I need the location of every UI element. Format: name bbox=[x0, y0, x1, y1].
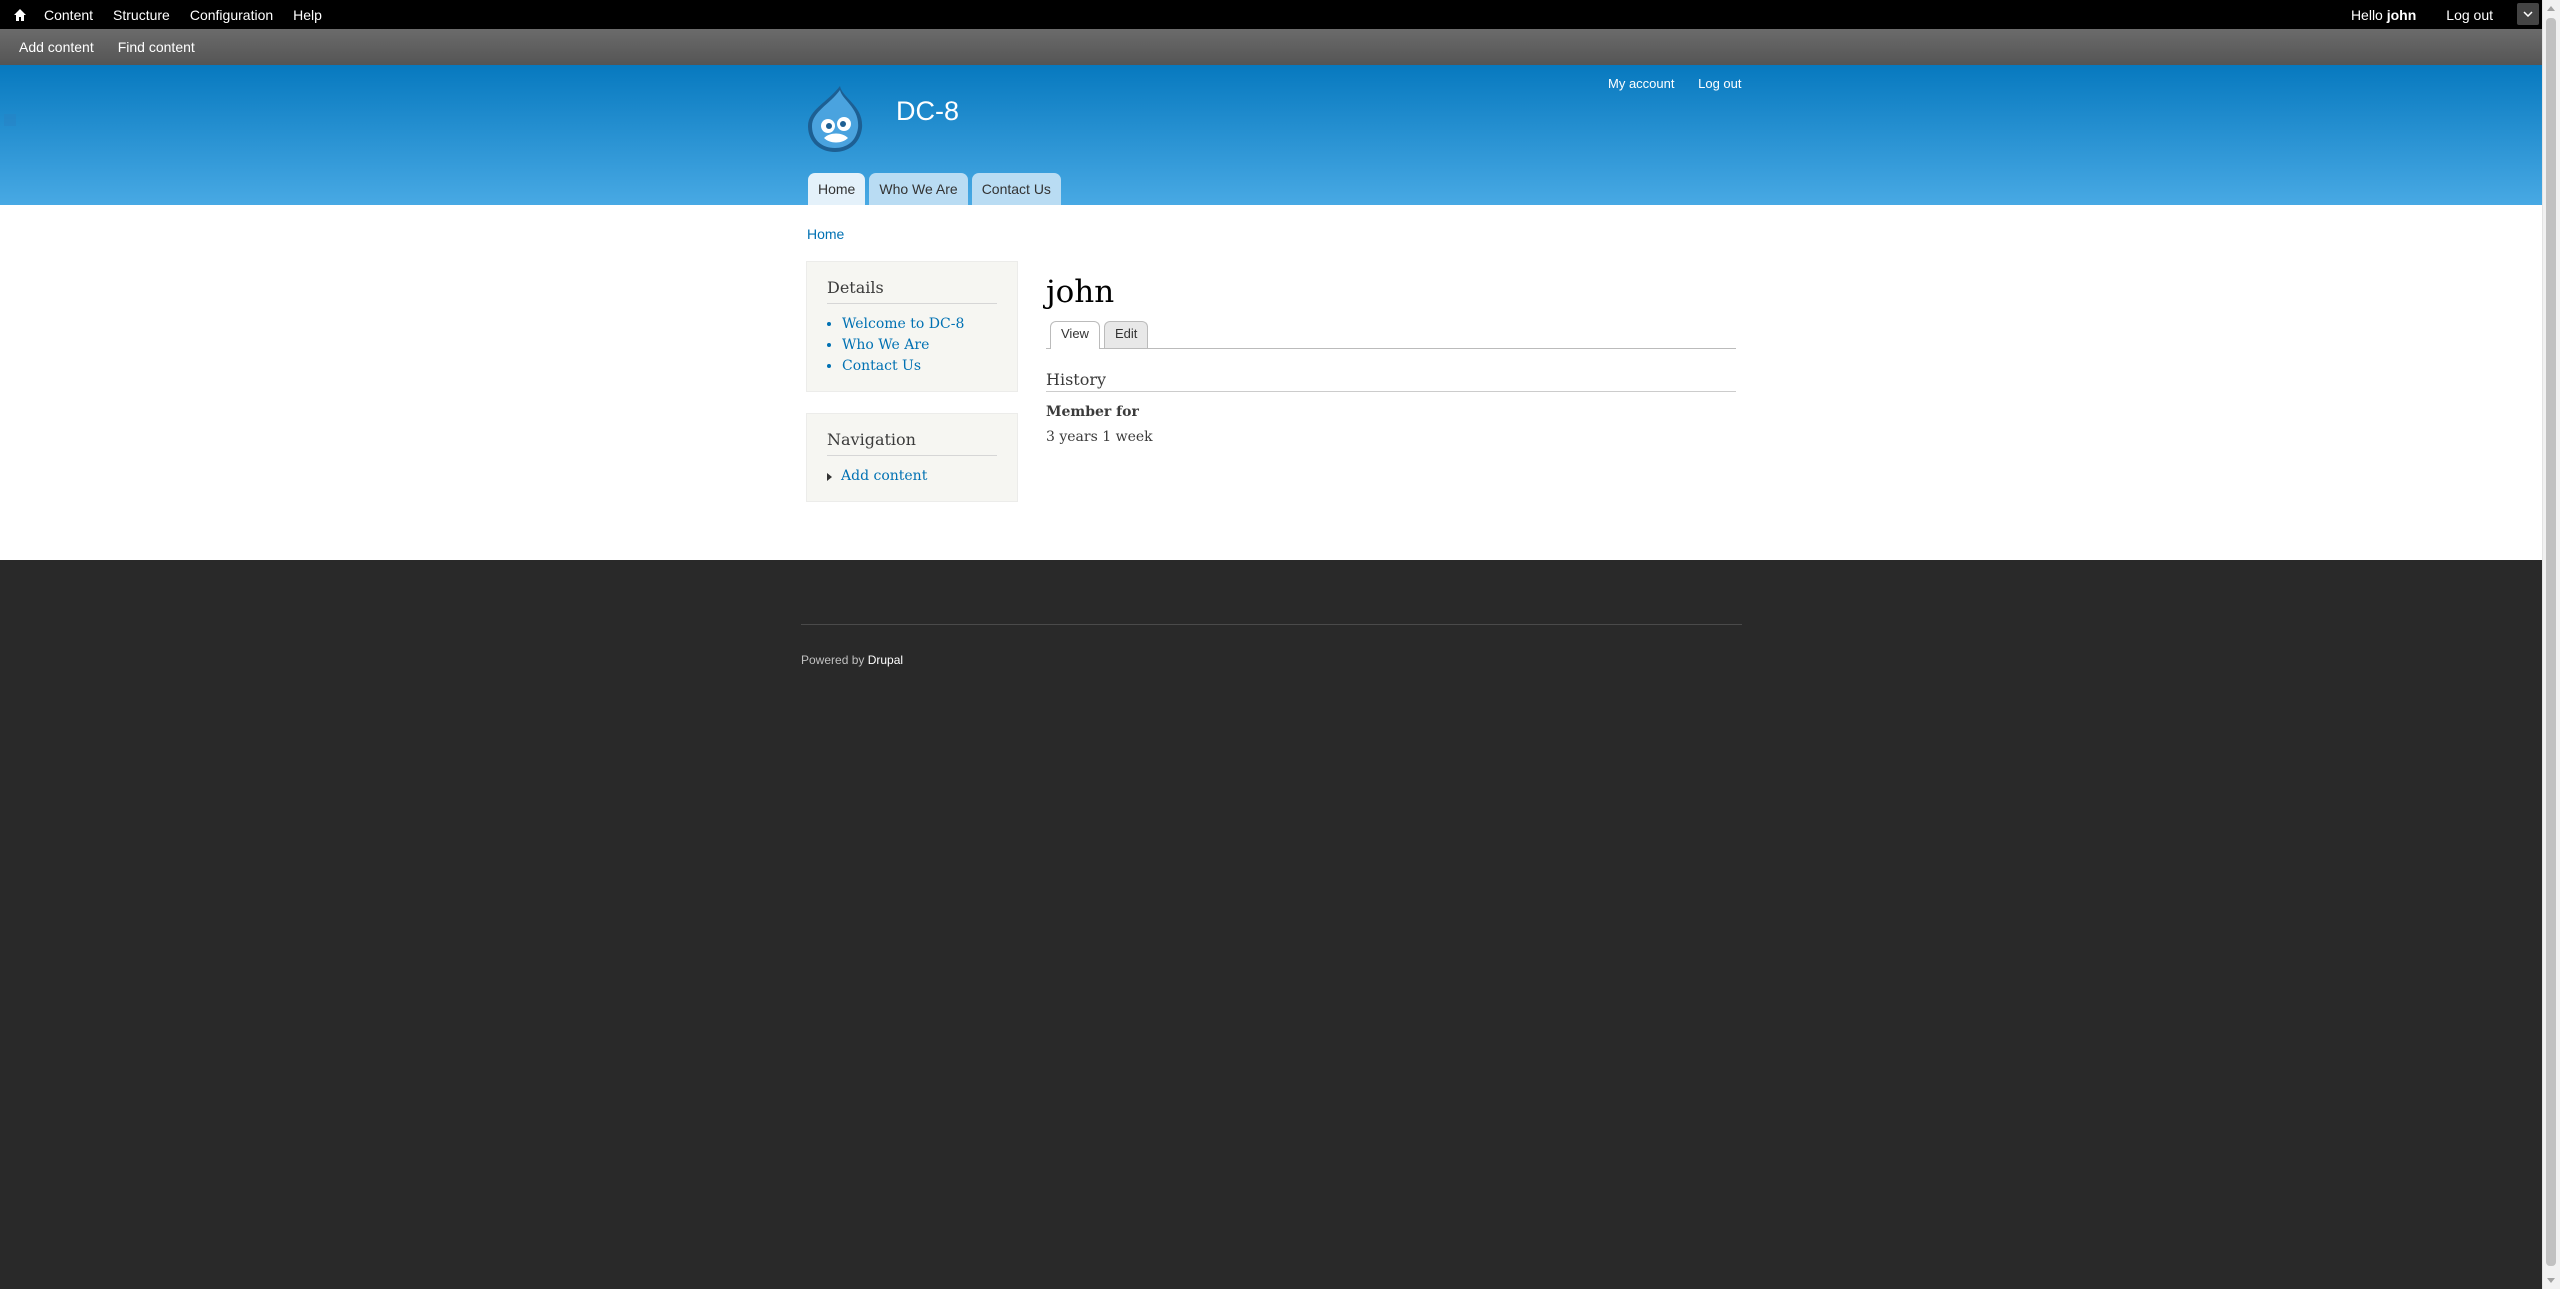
navigation-block: Navigation Add content bbox=[806, 413, 1018, 502]
shortcuts-bar: Add content Find content bbox=[0, 29, 2543, 65]
page-scrollbar[interactable] bbox=[2542, 0, 2560, 1289]
toolbar-menu: Content Structure Configuration Help bbox=[10, 0, 342, 29]
details-block-title: Details bbox=[827, 278, 997, 304]
powered-by-text: Powered by bbox=[801, 653, 865, 667]
username[interactable]: john bbox=[2387, 7, 2417, 23]
details-link-welcome[interactable]: Welcome to DC-8 bbox=[842, 316, 1017, 333]
details-link-who-we-are[interactable]: Who We Are bbox=[842, 337, 1017, 354]
site-header bbox=[0, 65, 2543, 205]
main-menu-who-we-are[interactable]: Who We Are bbox=[869, 173, 968, 205]
scrollbar-thumb[interactable] bbox=[2546, 18, 2556, 1266]
site-name[interactable]: DC-8 bbox=[896, 96, 959, 127]
user-greeting: Hello john bbox=[2351, 7, 2416, 23]
member-for-label: Member for bbox=[1046, 404, 1139, 420]
main-menu-home[interactable]: Home bbox=[808, 173, 866, 205]
main-menu-contact-us[interactable]: Contact Us bbox=[971, 173, 1061, 205]
toolbar-structure-link[interactable]: Structure bbox=[113, 7, 170, 23]
footer-divider bbox=[801, 624, 1742, 625]
main-menu: Home Who We Are Contact Us bbox=[808, 173, 1065, 205]
toolbar-content-link[interactable]: Content bbox=[44, 7, 93, 23]
chevron-down-icon bbox=[2523, 11, 2533, 17]
drupal-logo-icon[interactable] bbox=[804, 84, 866, 154]
details-links: Welcome to DC-8 Who We Are Contact Us bbox=[807, 316, 1017, 375]
page-title: john bbox=[1046, 274, 1115, 310]
header-logout-link[interactable]: Log out bbox=[1698, 76, 1741, 91]
secondary-menu: My account Log out bbox=[1608, 76, 1761, 91]
shortcut-find-content[interactable]: Find content bbox=[118, 39, 195, 55]
shortcuts-links: Add content Find content bbox=[19, 29, 219, 65]
shortcut-add-content[interactable]: Add content bbox=[19, 39, 94, 55]
member-for-value: 3 years 1 week bbox=[1046, 429, 1153, 445]
shortcuts-toggle-button[interactable] bbox=[2517, 3, 2539, 25]
navigation-link-add-content[interactable]: Add content bbox=[841, 468, 927, 485]
navigation-item: Add content bbox=[827, 468, 1017, 485]
tab-edit[interactable]: Edit bbox=[1104, 321, 1149, 348]
greeting-text: Hello bbox=[2350, 6, 2383, 23]
breadcrumb[interactable]: Home bbox=[807, 226, 844, 242]
drupal-link[interactable]: Drupal bbox=[868, 653, 903, 667]
toolbar-help-link[interactable]: Help bbox=[293, 7, 322, 23]
tab-view[interactable]: View bbox=[1050, 321, 1100, 349]
collapsed-arrow-icon bbox=[827, 472, 832, 481]
details-block: Details Welcome to DC-8 Who We Are Conta… bbox=[806, 261, 1018, 392]
local-tasks: View Edit bbox=[1046, 321, 1736, 349]
toolbar-user: Hello john Log out bbox=[2351, 0, 2493, 29]
history-heading: History bbox=[1046, 370, 1736, 392]
navigation-links: Add content bbox=[807, 468, 1017, 485]
footer-credits: Powered by Drupal bbox=[801, 653, 903, 667]
scroll-up-arrow-icon[interactable] bbox=[2547, 6, 2555, 11]
admin-toolbar: Content Structure Configuration Help Hel… bbox=[0, 0, 2543, 29]
toolbar-logout-link[interactable]: Log out bbox=[2446, 7, 2493, 23]
scroll-down-arrow-icon[interactable] bbox=[2547, 1278, 2555, 1283]
toolbar-configuration-link[interactable]: Configuration bbox=[190, 7, 273, 23]
details-link-contact-us[interactable]: Contact Us bbox=[842, 358, 1017, 375]
skip-link-marker[interactable] bbox=[4, 114, 16, 126]
home-icon[interactable] bbox=[10, 5, 30, 25]
navigation-block-title: Navigation bbox=[827, 430, 997, 456]
my-account-link[interactable]: My account bbox=[1608, 76, 1674, 91]
